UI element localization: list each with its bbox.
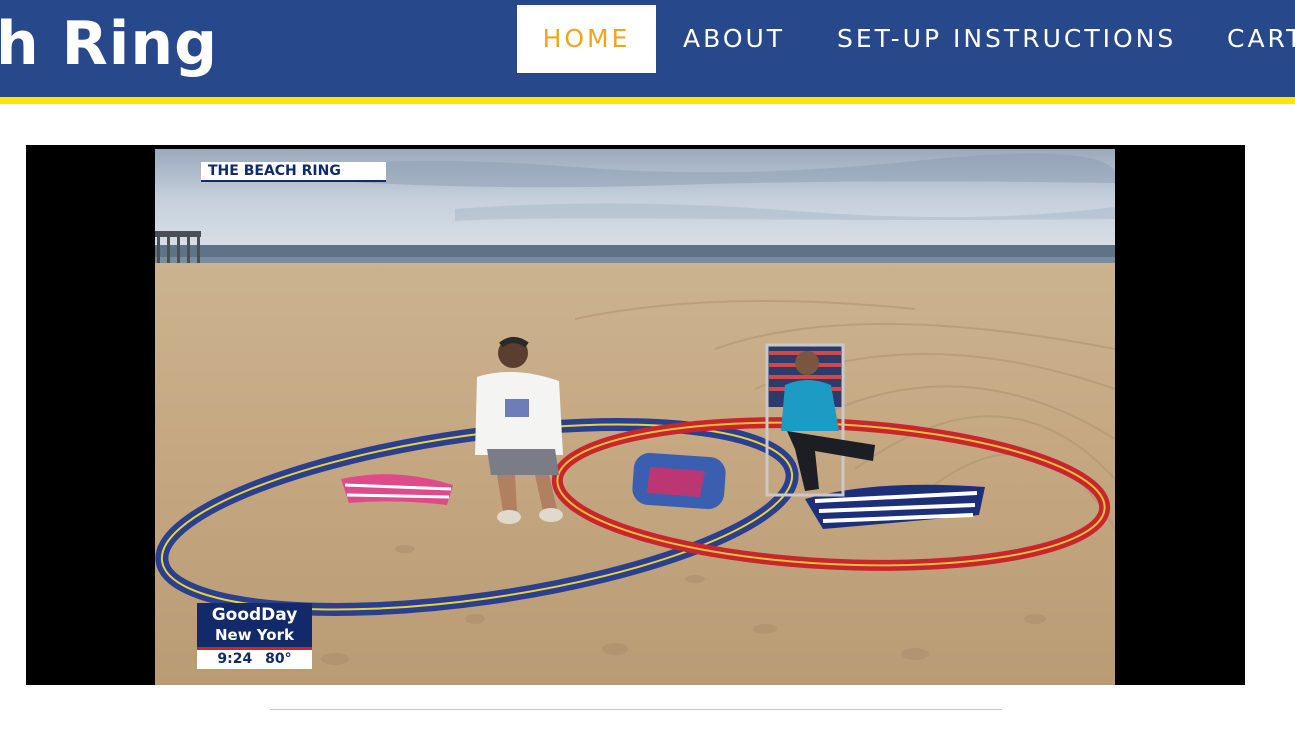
- video-player[interactable]: THE BEACH RING GoodDay New York 9:24 80°: [26, 145, 1245, 685]
- nav-about[interactable]: ABOUT: [683, 5, 785, 73]
- video-frame: THE BEACH RING GoodDay New York 9:24 80°: [155, 149, 1115, 685]
- nav-home[interactable]: HOME: [517, 5, 656, 73]
- broadcast-title-bug: THE BEACH RING: [201, 162, 386, 182]
- time-temp-readout: 9:24 80°: [197, 650, 312, 669]
- content-divider: [270, 709, 1002, 710]
- broadcast-time: 9:24: [217, 651, 253, 667]
- site-header: h Ring HOME ABOUT SET-UP INSTRUCTIONS CA…: [0, 0, 1295, 97]
- station-name-line1: GoodDay: [211, 605, 298, 625]
- station-logo-badge: GoodDay New York 9:24 80°: [197, 603, 312, 669]
- nav-setup-instructions[interactable]: SET-UP INSTRUCTIONS: [837, 5, 1176, 73]
- nav-cart[interactable]: CART: [1227, 5, 1295, 73]
- header-accent-stripe: [0, 97, 1295, 104]
- broadcast-temperature: 80°: [265, 651, 292, 667]
- station-name-line2: New York: [215, 626, 294, 644]
- site-logo[interactable]: h Ring: [0, 8, 218, 80]
- station-logo: GoodDay New York: [197, 603, 312, 647]
